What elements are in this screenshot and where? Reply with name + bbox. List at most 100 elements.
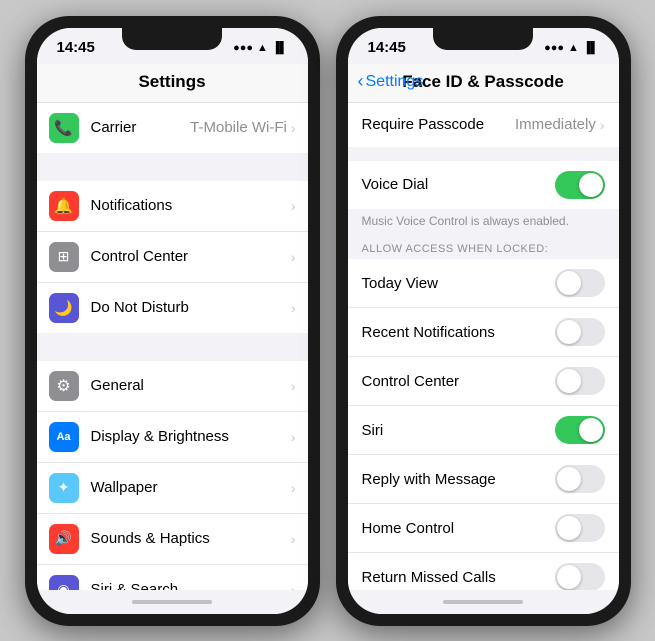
require-passcode-chevron: › (600, 117, 605, 133)
recent-notifications-knob (557, 320, 581, 344)
right-time: 14:45 (368, 39, 406, 56)
row-reply-message[interactable]: Reply with Message (348, 455, 619, 504)
signal-icon: ●●● (233, 42, 253, 54)
today-view-toggle[interactable] (555, 269, 605, 297)
home-control-toggle[interactable] (555, 514, 605, 542)
back-label: Settings (366, 73, 424, 91)
control-center-chevron: › (291, 249, 296, 265)
display-chevron: › (291, 429, 296, 445)
left-scroll[interactable]: 📞 Carrier T-Mobile Wi-Fi › 🔔 (37, 103, 308, 590)
home-indicator-right (443, 600, 523, 604)
row-home-control[interactable]: Home Control (348, 504, 619, 553)
control-center-label: Control Center (91, 248, 291, 265)
control-center-locked-knob (557, 369, 581, 393)
right-nav-title: Face ID & Passcode (402, 72, 564, 92)
row-notifications[interactable]: 🔔 Notifications › (37, 181, 308, 232)
wallpaper-chevron: › (291, 480, 296, 496)
row-require-passcode[interactable]: Require Passcode Immediately › (348, 103, 619, 147)
row-do-not-disturb[interactable]: 🌙 Do Not Disturb › (37, 283, 308, 333)
carrier-label: Carrier (91, 119, 191, 136)
row-recent-notifications[interactable]: Recent Notifications (348, 308, 619, 357)
battery-icon: ▐▌ (272, 42, 288, 54)
reply-message-label: Reply with Message (362, 471, 555, 488)
carrier-chevron: › (291, 120, 296, 136)
voice-dial-knob (579, 173, 603, 197)
gap-1 (37, 153, 308, 181)
do-not-disturb-icon: 🌙 (49, 293, 79, 323)
row-control-center-locked[interactable]: Control Center (348, 357, 619, 406)
row-carrier[interactable]: 📞 Carrier T-Mobile Wi-Fi › (37, 103, 308, 153)
row-siri-locked[interactable]: Siri (348, 406, 619, 455)
left-time: 14:45 (57, 39, 95, 56)
settings-section-3: ⚙ General › Aa Display & Brightness › (37, 361, 308, 590)
home-indicator (132, 600, 212, 604)
row-sounds-haptics[interactable]: 🔊 Sounds & Haptics › (37, 514, 308, 565)
row-return-missed[interactable]: Return Missed Calls (348, 553, 619, 589)
sounds-icon: 🔊 (49, 524, 79, 554)
control-center-icon: ⊞ (49, 242, 79, 272)
settings-section-2: 🔔 Notifications › ⊞ Control Center › (37, 181, 308, 333)
return-missed-label: Return Missed Calls (362, 569, 555, 586)
siri-locked-label: Siri (362, 422, 555, 439)
voice-dial-footer: Music Voice Control is always enabled. (348, 209, 619, 238)
right-nav-bar: ‹ Settings Face ID & Passcode (348, 64, 619, 103)
gap-2 (37, 333, 308, 361)
row-voice-dial[interactable]: Voice Dial (348, 161, 619, 209)
right-signal-icon: ●●● (544, 42, 564, 54)
control-center-locked-toggle[interactable] (555, 367, 605, 395)
left-nav-title: Settings (138, 72, 205, 92)
sounds-label: Sounds & Haptics (91, 530, 291, 547)
row-general[interactable]: ⚙ General › (37, 361, 308, 412)
left-phone: 14:45 ●●● ▲ ▐▌ Settings 📞 (25, 16, 320, 626)
right-notch (433, 28, 533, 50)
voice-dial-toggle[interactable] (555, 171, 605, 199)
right-wifi-icon: ▲ (568, 42, 579, 54)
row-control-center[interactable]: ⊞ Control Center › (37, 232, 308, 283)
siri-icon: ◉ (49, 575, 79, 590)
left-status-icons: ●●● ▲ ▐▌ (233, 42, 287, 54)
row-display-brightness[interactable]: Aa Display & Brightness › (37, 412, 308, 463)
recent-notifications-label: Recent Notifications (362, 324, 555, 341)
wifi-icon: ▲ (257, 42, 268, 54)
allow-locked-header: ALLOW ACCESS WHEN LOCKED: (348, 237, 619, 259)
left-nav-bar: Settings (37, 64, 308, 103)
require-passcode-label: Require Passcode (362, 116, 515, 133)
siri-locked-toggle[interactable] (555, 416, 605, 444)
sounds-chevron: › (291, 531, 296, 547)
notifications-icon: 🔔 (49, 191, 79, 221)
siri-locked-knob (579, 418, 603, 442)
recent-notifications-toggle[interactable] (555, 318, 605, 346)
home-control-label: Home Control (362, 520, 555, 537)
reply-message-knob (557, 467, 581, 491)
general-chevron: › (291, 378, 296, 394)
display-icon: Aa (49, 422, 79, 452)
reply-message-toggle[interactable] (555, 465, 605, 493)
today-view-label: Today View (362, 275, 555, 292)
do-not-disturb-chevron: › (291, 300, 296, 316)
today-view-knob (557, 271, 581, 295)
display-label: Display & Brightness (91, 428, 291, 445)
back-chevron-icon: ‹ (358, 71, 364, 92)
siri-chevron: › (291, 582, 296, 590)
phones-container: 14:45 ●●● ▲ ▐▌ Settings 📞 (15, 6, 641, 636)
return-missed-toggle[interactable] (555, 563, 605, 589)
right-battery-icon: ▐▌ (583, 42, 599, 54)
home-control-knob (557, 516, 581, 540)
notifications-label: Notifications (91, 197, 291, 214)
right-screen: 14:45 ●●● ▲ ▐▌ ‹ Settings Face ID & Pass… (348, 28, 619, 614)
general-label: General (91, 377, 291, 394)
right-status-icons: ●●● ▲ ▐▌ (544, 42, 598, 54)
back-button[interactable]: ‹ Settings (358, 71, 424, 92)
row-siri-search[interactable]: ◉ Siri & Search › (37, 565, 308, 590)
locked-items-section: Today View Recent Notifications Control … (348, 259, 619, 589)
right-scroll[interactable]: Require Passcode Immediately › Voice Dia… (348, 103, 619, 590)
row-today-view[interactable]: Today View (348, 259, 619, 308)
settings-section-carrier: 📞 Carrier T-Mobile Wi-Fi › (37, 103, 308, 153)
wallpaper-icon: ✦ (49, 473, 79, 503)
left-notch (122, 28, 222, 50)
carrier-icon: 📞 (49, 113, 79, 143)
siri-label: Siri & Search (91, 581, 291, 590)
wallpaper-label: Wallpaper (91, 479, 291, 496)
row-wallpaper[interactable]: ✦ Wallpaper › (37, 463, 308, 514)
return-missed-knob (557, 565, 581, 589)
